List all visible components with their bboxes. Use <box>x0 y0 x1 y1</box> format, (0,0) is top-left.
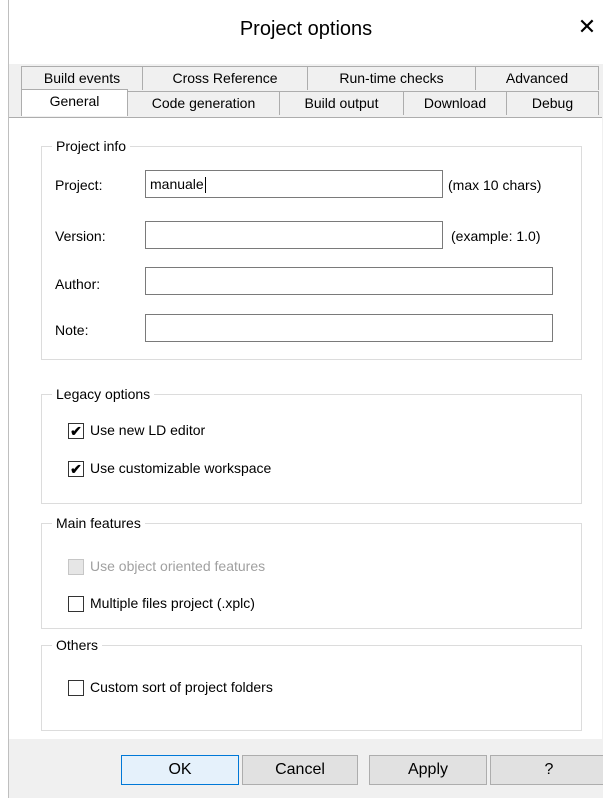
general-tab-panel: Project info Project: manuale (max 10 ch… <box>9 117 602 739</box>
tab-advanced[interactable]: Advanced <box>475 66 599 90</box>
note-label: Note: <box>55 322 89 338</box>
custom-sort-label[interactable]: Custom sort of project folders <box>90 679 273 695</box>
custom-sort-checkbox[interactable] <box>68 680 84 696</box>
dialog-title: Project options <box>239 18 373 40</box>
tab-build-output[interactable]: Build output <box>279 91 404 115</box>
legacy-options-group: Legacy options ✔ Use new LD editor ✔ Use… <box>41 386 582 504</box>
ld-editor-checkbox[interactable]: ✔ <box>68 423 84 439</box>
oo-features-label: Use object oriented features <box>90 558 266 574</box>
multiple-files-checkbox[interactable] <box>68 596 84 612</box>
project-info-group: Project info Project: manuale (max 10 ch… <box>41 138 582 360</box>
others-legend: Others <box>52 637 103 653</box>
ok-button[interactable]: OK <box>121 755 239 785</box>
text-cursor <box>204 177 206 194</box>
close-icon[interactable]: ✕ <box>573 14 601 40</box>
project-hint: (max 10 chars) <box>448 177 542 193</box>
version-field[interactable] <box>145 221 443 249</box>
main-features-legend: Main features <box>52 515 145 531</box>
title-bar: Project options ✕ <box>9 0 603 64</box>
note-field[interactable] <box>145 314 553 342</box>
ld-editor-label[interactable]: Use new LD editor <box>90 422 205 438</box>
author-label: Author: <box>55 276 101 292</box>
version-label: Version: <box>55 228 106 244</box>
project-label: Project: <box>55 177 103 193</box>
tab-debug[interactable]: Debug <box>506 91 599 115</box>
tab-download[interactable]: Download <box>403 91 507 115</box>
project-options-dialog: Project options ✕ Build events Cross Ref… <box>8 0 603 798</box>
others-group: Others Custom sort of project folders <box>41 637 582 731</box>
main-features-group: Main features Use object oriented featur… <box>41 515 582 629</box>
project-info-legend: Project info <box>52 138 131 154</box>
project-name-field[interactable]: manuale <box>145 170 443 198</box>
workspace-label[interactable]: Use customizable workspace <box>90 460 271 476</box>
multiple-files-label[interactable]: Multiple files project (.xplc) <box>90 595 255 611</box>
author-field[interactable] <box>145 267 553 295</box>
help-button[interactable]: ? <box>490 755 603 785</box>
version-hint: (example: 1.0) <box>451 228 541 244</box>
tab-build-events[interactable]: Build events <box>21 66 143 90</box>
workspace-checkbox[interactable]: ✔ <box>68 461 84 477</box>
cancel-button[interactable]: Cancel <box>242 755 358 785</box>
tab-general[interactable]: General <box>21 89 128 116</box>
tab-cross-reference[interactable]: Cross Reference <box>142 66 308 90</box>
tab-code-generation[interactable]: Code generation <box>127 91 280 115</box>
project-name-value: manuale <box>150 176 204 192</box>
tab-row-2: Code generation Build output Download De… <box>9 89 603 116</box>
apply-button[interactable]: Apply <box>369 755 487 785</box>
tab-run-time-checks[interactable]: Run-time checks <box>307 66 476 90</box>
dialog-footer: OK Cancel Apply ? <box>9 739 603 798</box>
legacy-options-legend: Legacy options <box>52 386 155 402</box>
oo-features-checkbox <box>68 559 84 575</box>
tab-row-1: Build events Cross Reference Run-time ch… <box>9 66 603 90</box>
